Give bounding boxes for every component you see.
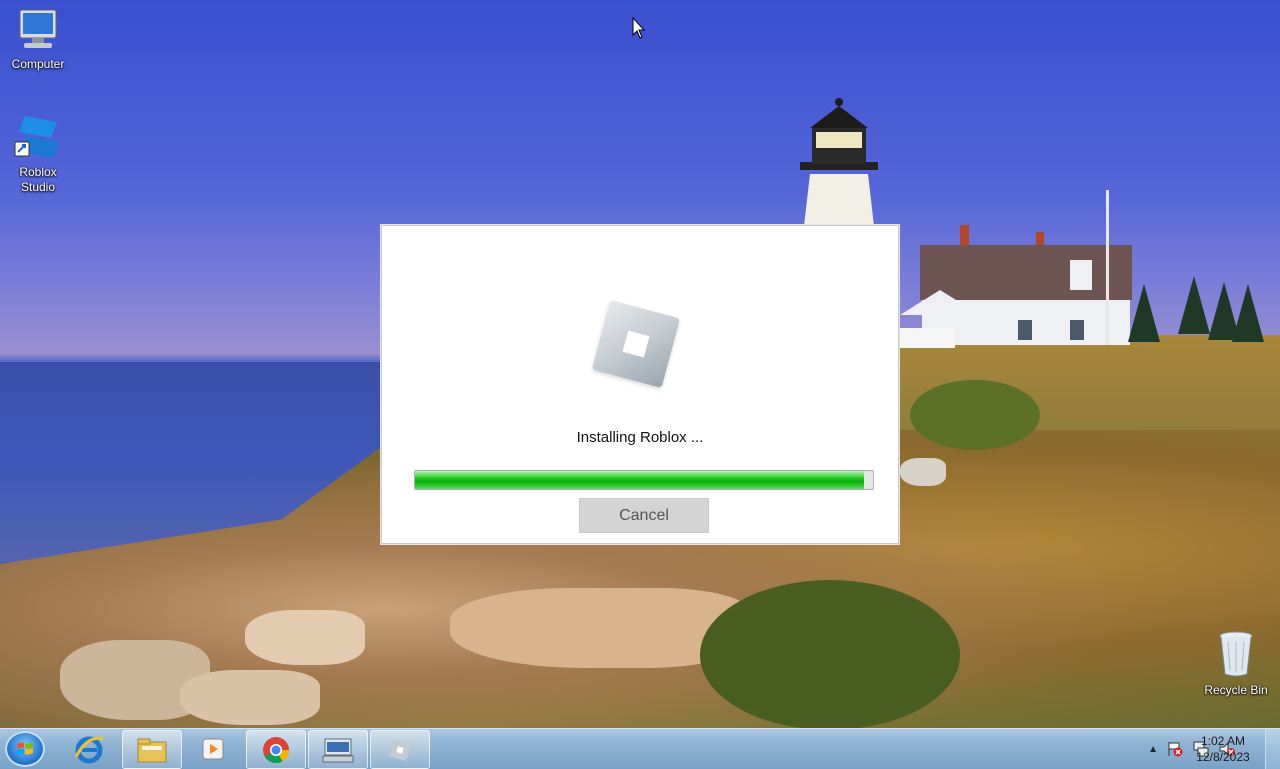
internet-explorer-icon bbox=[74, 736, 104, 763]
roblox-installer-dialog: Installing Roblox ... Cancel bbox=[381, 225, 899, 544]
wallpaper-rock bbox=[900, 458, 946, 486]
wallpaper-house bbox=[900, 225, 1132, 348]
wallpaper-tree bbox=[1128, 284, 1160, 342]
chrome-icon bbox=[263, 736, 290, 763]
wallpaper-bush bbox=[910, 380, 1040, 450]
show-desktop-button[interactable] bbox=[1265, 729, 1280, 769]
roblox-studio-icon bbox=[14, 116, 59, 158]
taskbar-on-screen-keyboard[interactable] bbox=[308, 730, 368, 769]
taskbar: ▲ 1:02 AM 12/8/2023 bbox=[0, 728, 1280, 769]
taskbar-internet-explorer[interactable] bbox=[60, 730, 118, 767]
cancel-button[interactable]: Cancel bbox=[579, 498, 709, 533]
mouse-cursor-icon bbox=[632, 17, 646, 39]
media-player-icon bbox=[202, 738, 224, 759]
desktop-icon-recycle-bin[interactable]: Recycle Bin bbox=[1200, 630, 1272, 698]
action-center-flag-icon[interactable] bbox=[1166, 740, 1184, 758]
windows-start-icon bbox=[17, 742, 33, 755]
computer-icon bbox=[19, 9, 57, 48]
desktop-icon-label: Recycle Bin bbox=[1204, 683, 1268, 697]
clock-time: 1:02 AM bbox=[1200, 734, 1246, 748]
file-explorer-icon bbox=[137, 738, 167, 762]
wallpaper-tree bbox=[1232, 284, 1264, 342]
desktop-icon-label: Computer bbox=[11, 57, 65, 71]
wallpaper-bush bbox=[700, 580, 960, 730]
wallpaper-flagpole bbox=[1106, 190, 1109, 345]
taskbar-chrome[interactable] bbox=[246, 730, 306, 769]
install-progress-fill bbox=[415, 471, 864, 489]
wallpaper-rock bbox=[245, 610, 365, 665]
taskbar-media-player[interactable] bbox=[184, 730, 242, 767]
roblox-logo-icon bbox=[591, 299, 681, 389]
show-hidden-icons-icon[interactable]: ▲ bbox=[1148, 744, 1158, 755]
install-status-text: Installing Roblox ... bbox=[576, 429, 704, 446]
wallpaper-rock bbox=[180, 670, 320, 725]
wallpaper-tree bbox=[1178, 276, 1210, 334]
on-screen-keyboard-icon bbox=[322, 738, 354, 762]
desktop-icon-label: Roblox Studio bbox=[19, 165, 57, 194]
taskbar-clock[interactable]: 1:02 AM 12/8/2023 bbox=[1188, 733, 1258, 765]
taskbar-roblox-installer[interactable] bbox=[370, 730, 430, 769]
roblox-installer-icon bbox=[388, 738, 412, 761]
install-progress-bar bbox=[414, 470, 874, 490]
desktop-icon-computer[interactable]: Computer bbox=[2, 8, 74, 72]
desktop-icon-roblox-studio[interactable]: Roblox Studio bbox=[2, 112, 74, 195]
wallpaper-lighthouse bbox=[800, 98, 878, 226]
recycle-bin-icon bbox=[1219, 631, 1253, 677]
taskbar-file-explorer[interactable] bbox=[122, 730, 182, 769]
start-button[interactable] bbox=[5, 731, 45, 767]
clock-date: 12/8/2023 bbox=[1196, 750, 1250, 764]
